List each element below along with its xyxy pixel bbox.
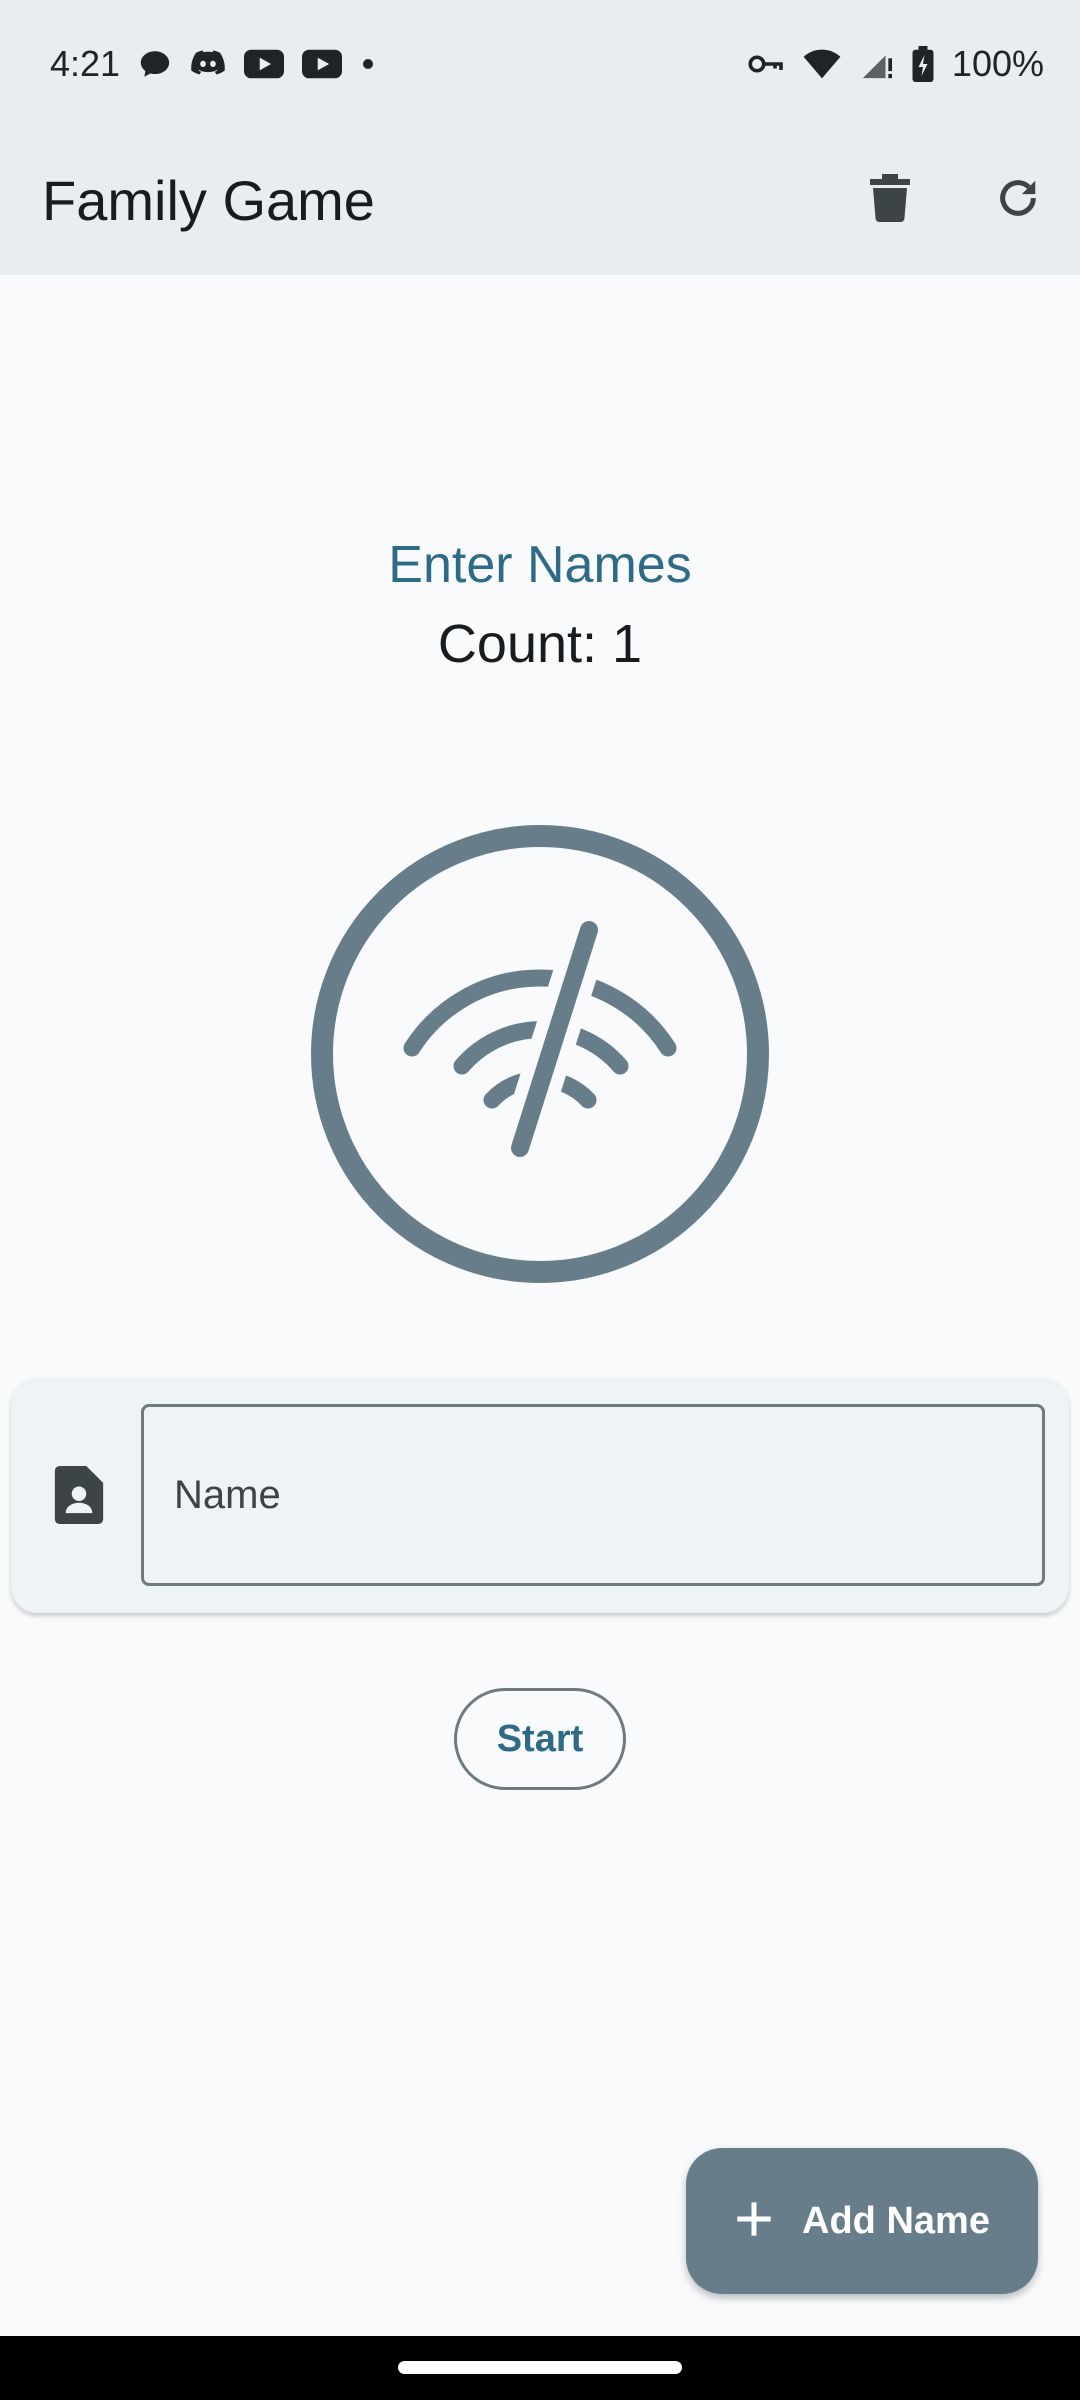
- name-input-card: [11, 1378, 1069, 1613]
- wifi-icon: [802, 48, 842, 80]
- enter-names-heading: Enter Names: [388, 536, 692, 594]
- youtube-icon: [244, 49, 285, 79]
- start-button[interactable]: Start: [454, 1688, 626, 1790]
- app-title: Family Game: [42, 169, 375, 232]
- status-right: 100%: [748, 43, 1044, 85]
- chat-bubble-icon: [138, 47, 172, 81]
- contact-file-icon: [53, 1466, 105, 1524]
- plus-icon: [734, 2199, 774, 2244]
- delete-icon: [870, 173, 910, 227]
- wifi-off-icon: [306, 820, 774, 1288]
- name-input[interactable]: [141, 1404, 1045, 1586]
- delete-button[interactable]: [846, 156, 934, 244]
- status-time: 4:21: [50, 43, 121, 84]
- battery-percent: 100%: [951, 43, 1044, 84]
- add-name-button[interactable]: Add Name: [686, 2148, 1038, 2294]
- home-gesture-handle[interactable]: [398, 2361, 682, 2374]
- refresh-icon: [995, 175, 1041, 226]
- vpn-key-icon: [748, 52, 784, 76]
- status-left: 4:21: [50, 43, 376, 85]
- add-name-label: Add Name: [802, 2199, 990, 2242]
- app-bar: Family Game: [0, 128, 1080, 275]
- signal-icon: [860, 47, 894, 81]
- refresh-button[interactable]: [974, 156, 1062, 244]
- youtube-icon: [302, 49, 343, 79]
- discord-icon: [190, 49, 226, 79]
- dot-icon: [360, 56, 376, 72]
- battery-charging-icon: [912, 46, 934, 82]
- name-count: Count: 1: [437, 614, 643, 674]
- status-bar: 4:21 100%: [0, 0, 1080, 128]
